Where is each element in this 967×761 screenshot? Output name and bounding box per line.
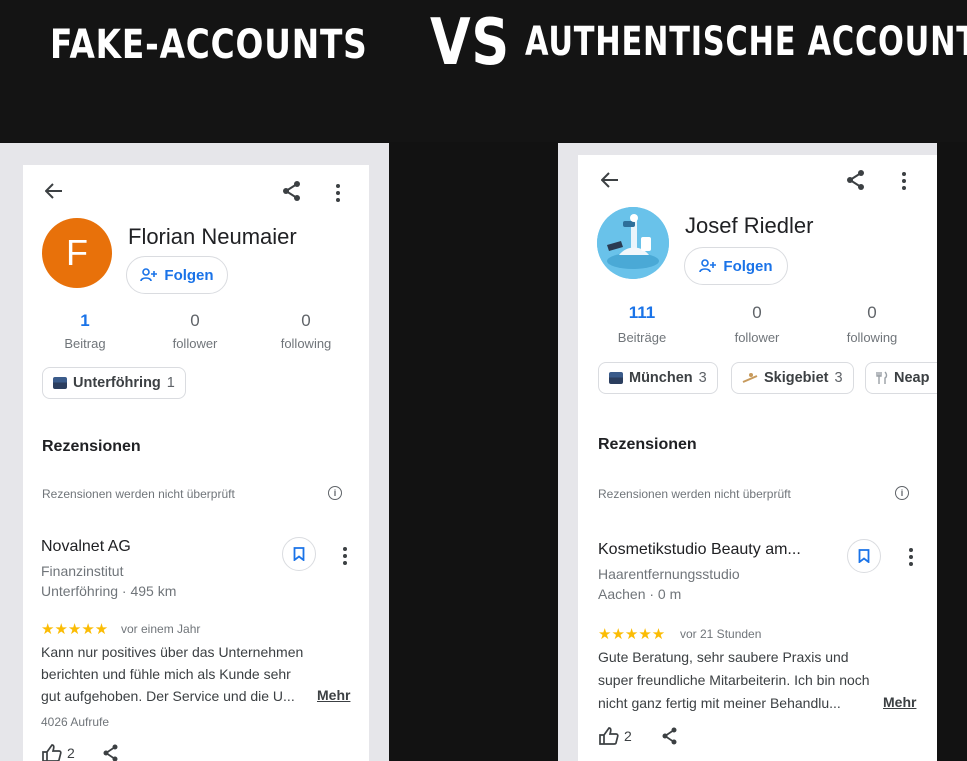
location-chip-neap[interactable]: Neap <box>865 362 937 394</box>
back-arrow-icon[interactable] <box>599 169 621 191</box>
review-text-line: Kann nur positives über das Unternehmen <box>41 644 304 660</box>
reviews-hint: Rezensionen werden nicht überprüft <box>598 487 791 501</box>
location-chip-skigebiet[interactable]: Skigebiet 3 <box>731 362 854 394</box>
share-review-icon[interactable] <box>101 743 121 761</box>
following-count: 0 <box>867 303 877 322</box>
review-more-icon[interactable] <box>343 547 347 568</box>
chip-count: 3 <box>698 370 707 386</box>
share-icon[interactable] <box>845 168 867 192</box>
chip-label: Skigebiet <box>764 370 829 386</box>
avatar-illustration <box>597 207 669 279</box>
more-options-icon[interactable] <box>902 172 906 193</box>
review-text-line: nicht ganz fertig mit meiner Behandlu... <box>598 695 841 711</box>
star-rating: ★★★★★ <box>41 621 109 638</box>
more-link[interactable]: Mehr <box>883 694 916 710</box>
chip-label: Neap <box>894 370 930 386</box>
thumbs-up-icon[interactable] <box>41 743 63 761</box>
follower-count: 0 <box>190 311 200 330</box>
share-icon[interactable] <box>281 179 303 203</box>
views-count: 4026 Aufrufe <box>41 715 110 729</box>
follow-label: Folgen <box>723 257 773 275</box>
review-text-line: super freundliche Mitarbeiterin. Ich bin… <box>598 672 870 688</box>
review-more-icon[interactable] <box>909 548 913 569</box>
follower-count: 0 <box>752 303 762 322</box>
review-business-category: Finanzinstitut <box>41 563 124 579</box>
review-text-line: berichten und fühle mich als Kunde sehr <box>41 666 291 682</box>
add-person-icon <box>699 259 717 273</box>
likes-count: 2 <box>67 745 75 761</box>
bookmark-icon <box>858 549 870 563</box>
review-business-location: Unterföhring · 495 km <box>41 583 177 599</box>
authentic-profile-screen: Josef Riedler Folgen 111 Beiträge 0 foll… <box>578 155 937 761</box>
ski-icon <box>742 373 758 383</box>
review-date: vor einem Jahr <box>121 622 201 636</box>
bookmark-icon <box>293 547 305 561</box>
following-label: following <box>846 330 898 345</box>
fake-accounts-title: FAKE-ACCOUNTS <box>50 22 368 68</box>
add-person-icon <box>140 268 158 282</box>
chip-label: Unterföhring <box>73 375 161 391</box>
thumbs-up-icon[interactable] <box>598 726 620 746</box>
likes-count: 2 <box>624 728 632 744</box>
reviews-heading: Rezensionen <box>42 438 141 455</box>
info-icon[interactable]: i <box>895 486 909 500</box>
review-text-line: gut aufgehoben. Der Service und die U... <box>41 688 295 704</box>
location-chip[interactable]: Unterföhring 1 <box>42 367 186 399</box>
posts-count: 111 <box>628 303 656 322</box>
review-business-name[interactable]: Novalnet AG <box>41 538 131 556</box>
follow-button[interactable]: Folgen <box>684 247 788 285</box>
profile-name: Florian Neumaier <box>128 224 297 249</box>
more-options-icon[interactable] <box>336 184 340 205</box>
follower-label: follower <box>172 336 218 351</box>
authentic-accounts-title: AUTHENTISCHE ACCOUNTS <box>525 19 967 65</box>
comparison-banner: FAKE-ACCOUNTS VS AUTHENTISCHE ACCOUNTS <box>0 0 967 142</box>
city-icon <box>53 377 67 389</box>
info-icon[interactable]: i <box>328 486 342 500</box>
review-text-line: Gute Beratung, sehr saubere Praxis und <box>598 649 849 665</box>
reviews-heading: Rezensionen <box>598 436 697 453</box>
follower-label: follower <box>734 330 780 345</box>
chip-count: 3 <box>834 370 843 386</box>
follow-button[interactable]: Folgen <box>126 256 228 294</box>
following-count: 0 <box>301 311 311 330</box>
reviews-hint: Rezensionen werden nicht überprüft <box>42 487 235 501</box>
chip-label: München <box>629 370 693 386</box>
review-business-category: Haarentfernungsstudio <box>598 566 740 582</box>
star-rating: ★★★★★ <box>598 626 666 643</box>
share-review-icon[interactable] <box>660 726 680 746</box>
review-business-location: Aachen · 0 m <box>598 586 682 602</box>
fork-knife-icon <box>876 371 888 384</box>
location-chip-muenchen[interactable]: München 3 <box>598 362 718 394</box>
posts-label: Beitrag <box>64 336 106 351</box>
posts-count: 1 <box>80 311 90 330</box>
city-icon <box>609 372 623 384</box>
review-business-name[interactable]: Kosmetikstudio Beauty am... <box>598 541 801 559</box>
bookmark-button[interactable] <box>282 537 316 571</box>
avatar <box>597 207 669 279</box>
back-arrow-icon[interactable] <box>43 180 65 202</box>
vs-label: VS <box>430 6 511 80</box>
review-date: vor 21 Stunden <box>680 627 762 641</box>
chip-count: 1 <box>166 375 175 391</box>
profile-name: Josef Riedler <box>685 213 814 238</box>
fake-profile-screen: F Florian Neumaier Folgen 1 Beitrag 0 fo… <box>23 165 369 761</box>
bookmark-button[interactable] <box>847 539 881 573</box>
posts-label: Beiträge <box>617 330 667 345</box>
avatar-letter: F <box>66 232 88 273</box>
more-link[interactable]: Mehr <box>317 687 350 703</box>
follow-label: Folgen <box>164 266 214 284</box>
avatar: F <box>42 218 112 288</box>
following-label: following <box>280 336 332 351</box>
